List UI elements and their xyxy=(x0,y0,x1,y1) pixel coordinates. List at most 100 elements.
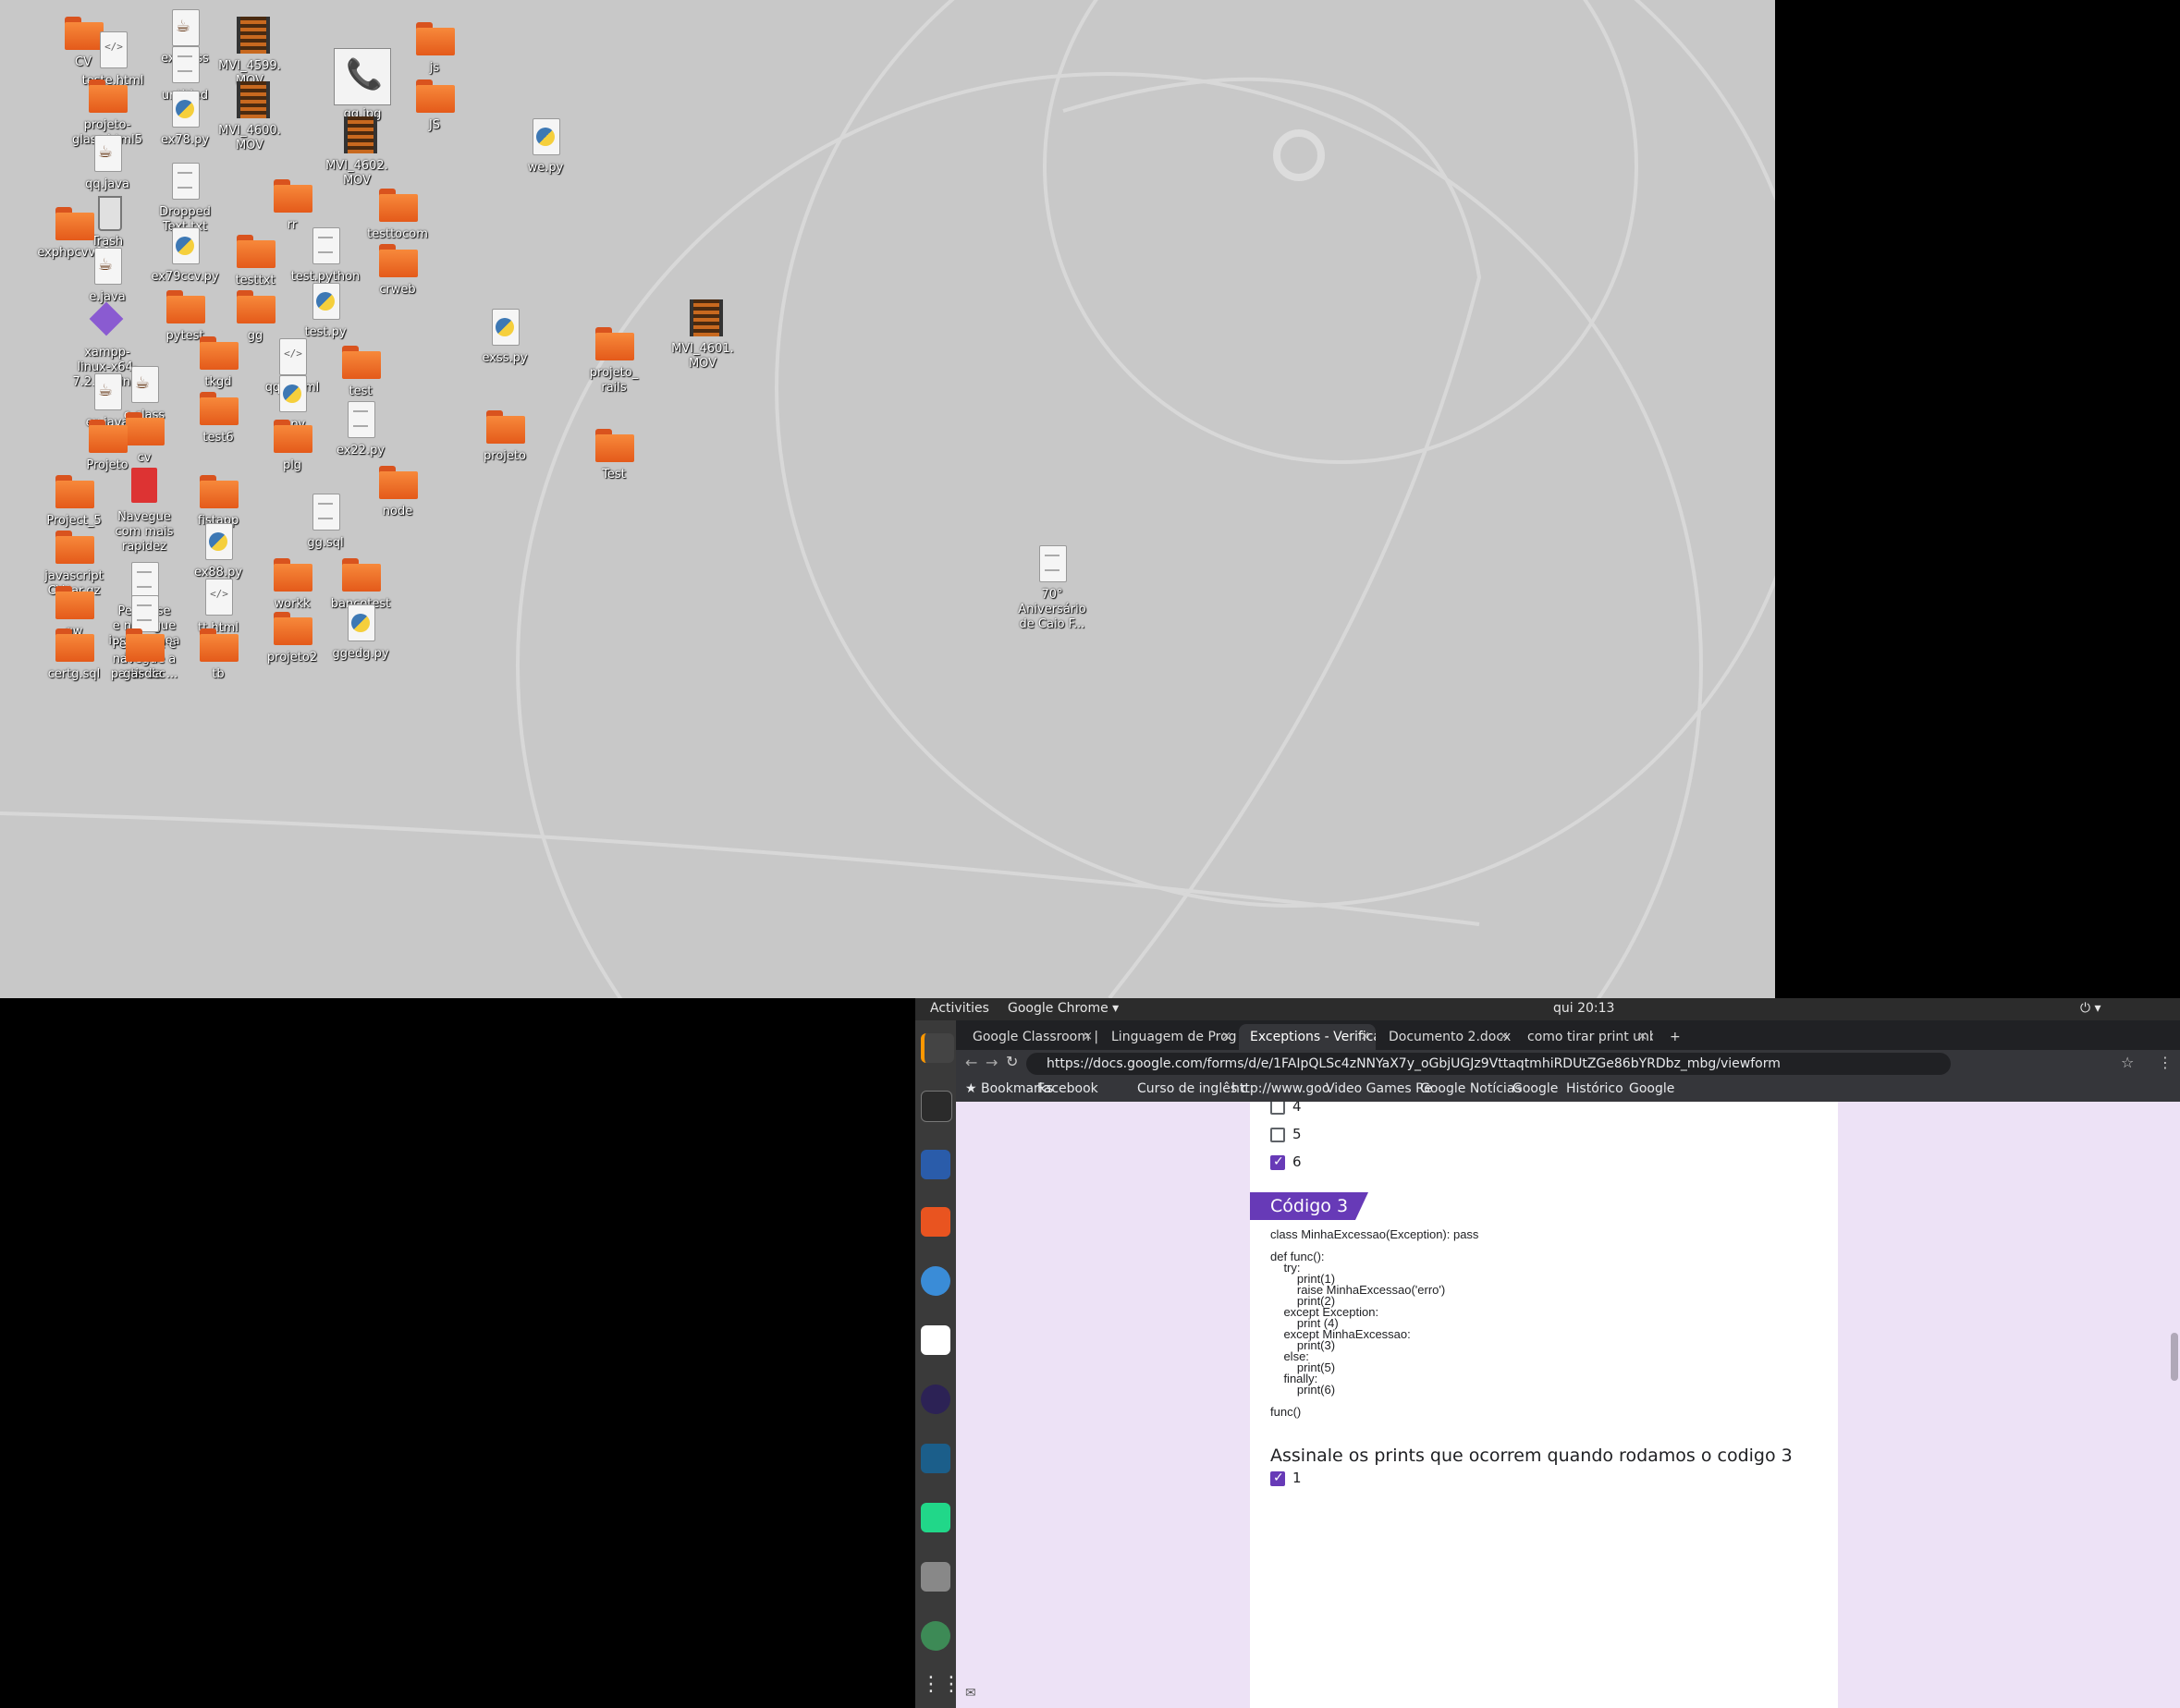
clock[interactable]: qui 20:13 xyxy=(1553,1001,1614,1016)
amazon-icon[interactable] xyxy=(921,1325,950,1355)
folder-icon xyxy=(196,621,240,665)
bookmark-item[interactable]: Histórico xyxy=(1566,1081,1623,1096)
bookmark-item[interactable]: http://www.goo xyxy=(1231,1081,1329,1096)
pycharm-icon[interactable] xyxy=(921,1503,950,1532)
desktop-icon-label: exss.py xyxy=(482,351,528,365)
desktop-icon[interactable]: gasdcc xyxy=(89,621,200,682)
desktop-icon-label: Test xyxy=(602,468,626,482)
option-checkbox[interactable] xyxy=(1270,1470,1285,1486)
folder-icon xyxy=(375,237,420,281)
mov-icon xyxy=(680,296,725,340)
back-icon[interactable]: ← xyxy=(965,1054,977,1071)
terminal-icon[interactable] xyxy=(921,1091,952,1122)
bookmark-item[interactable]: Google xyxy=(1629,1081,1674,1096)
desktop-icon[interactable]: gg.sql xyxy=(270,490,381,551)
sublime-icon[interactable] xyxy=(921,1033,954,1063)
doc-icon xyxy=(303,224,348,268)
py-icon xyxy=(523,115,568,159)
doc-icon xyxy=(163,159,207,203)
feedback-icon[interactable]: ✉ xyxy=(965,1686,976,1701)
mysql-workbench-icon[interactable] xyxy=(921,1444,950,1473)
folder-icon xyxy=(592,320,636,364)
java-icon xyxy=(85,131,129,176)
desktop-icon-label: projeto xyxy=(484,449,526,463)
desktop-icon-label: we.py xyxy=(527,161,564,175)
tab-strip: Google Classroom | Goo×Linguagem de Prog… xyxy=(956,1020,2180,1050)
help-icon[interactable] xyxy=(921,1266,950,1296)
tab-2[interactable]: Exceptions - Verificação× xyxy=(1239,1024,1376,1050)
lock-icon xyxy=(294,200,307,213)
app-menu[interactable]: Google Chrome ▾ xyxy=(1008,1001,1119,1016)
desktop-icon[interactable]: Test xyxy=(558,421,669,482)
py-icon xyxy=(338,601,383,645)
close-icon[interactable]: × xyxy=(1083,1024,1093,1050)
tab-4[interactable]: como tirar print unbun× xyxy=(1516,1024,1653,1050)
java-icon xyxy=(85,244,129,288)
tab-label: Linguagem de Programa xyxy=(1111,1030,1237,1044)
show-apps-icon[interactable]: ⋮⋮⋮ xyxy=(921,1673,982,1702)
html-icon xyxy=(91,28,135,72)
folder-icon xyxy=(196,468,240,512)
folder-icon xyxy=(52,200,96,244)
mov-icon xyxy=(227,78,272,122)
settings-icon[interactable] xyxy=(921,1562,950,1592)
bookmark-item[interactable]: Google Notícias xyxy=(1420,1081,1522,1096)
tab-label: Google Classroom | Goo xyxy=(973,1030,1098,1044)
desktop-icon[interactable]: MVI_4600. MOV xyxy=(194,78,305,153)
desktop-icon-label: ggedg.py xyxy=(332,647,389,661)
tab-0[interactable]: Google Classroom | Goo× xyxy=(961,1024,1098,1050)
folder-icon xyxy=(592,421,636,466)
tab-1[interactable]: Linguagem de Programa× xyxy=(1100,1024,1237,1050)
folder-icon xyxy=(412,72,457,116)
html-icon xyxy=(196,575,240,619)
desktop-icon[interactable]: exss.py xyxy=(449,305,560,366)
desktop-icon[interactable]: ggedg.py xyxy=(305,601,416,662)
close-icon[interactable]: × xyxy=(1360,1024,1370,1050)
desktop-icon[interactable]: we.py xyxy=(490,115,601,176)
xampp-icon xyxy=(85,299,129,344)
menu-icon[interactable]: ⋮ xyxy=(2158,1054,2173,1071)
py-icon xyxy=(483,305,527,349)
folder-icon xyxy=(196,329,240,373)
chrome-screen: Activities Google Chrome ▾ qui 20:13 ⏻ ▾… xyxy=(915,998,2180,1708)
option-checkbox[interactable] xyxy=(1270,1128,1285,1142)
close-icon[interactable]: × xyxy=(1221,1024,1231,1050)
bookmark-star-icon[interactable]: ☆ xyxy=(2121,1054,2134,1071)
bookmark-item[interactable]: Facebook xyxy=(1037,1081,1098,1096)
forward-icon[interactable]: → xyxy=(986,1054,998,1071)
software-center-icon[interactable] xyxy=(921,1207,950,1237)
desktop-icon-label: gg.sql xyxy=(307,536,344,550)
system-menu-icon[interactable]: ⏻ ▾ xyxy=(2080,1001,2101,1016)
desktop: CVteste.htmlex.classMVI_4599. MOVjsuntit… xyxy=(0,0,1775,998)
activities-button[interactable]: Activities xyxy=(930,1001,989,1016)
option-label: 6 xyxy=(1292,1153,1302,1170)
folder-icon xyxy=(483,403,527,447)
reload-icon[interactable]: ↻ xyxy=(1006,1053,1018,1070)
new-tab-button[interactable]: + xyxy=(1659,1024,1686,1050)
folder-icon xyxy=(196,384,240,429)
tab-3[interactable]: Documento 2.docx - Mic× xyxy=(1378,1024,1514,1050)
bookmark-item[interactable]: Google xyxy=(1513,1081,1558,1096)
bookmark-item[interactable]: Video Games Re xyxy=(1326,1081,1432,1096)
desktop-icon[interactable]: plg xyxy=(237,412,348,473)
atom-icon[interactable] xyxy=(921,1621,950,1651)
form-card: 4 5 6 Código 3 class MinhaExcessao(Excepti… xyxy=(1250,1102,1838,1708)
desktop-icon[interactable]: test.py xyxy=(270,279,381,340)
eclipse-icon[interactable] xyxy=(921,1385,950,1414)
desktop-icon[interactable]: 70° Aniversário de Caio F... xyxy=(997,542,1108,632)
desktop-icon[interactable]: projeto xyxy=(449,403,560,464)
scrollbar[interactable] xyxy=(2171,1333,2178,1381)
close-icon[interactable]: × xyxy=(1637,1024,1647,1050)
folder-icon xyxy=(338,551,383,595)
writer-icon[interactable] xyxy=(921,1150,950,1179)
close-icon[interactable]: × xyxy=(1499,1024,1509,1050)
option-label: 1 xyxy=(1292,1470,1302,1486)
address-bar[interactable]: https://docs.google.com/forms/d/e/1FAIpQ… xyxy=(1026,1053,1951,1075)
option-checkbox[interactable] xyxy=(1270,1102,1285,1115)
mov-icon xyxy=(335,113,379,157)
desktop-icon-label: projeto_ rails xyxy=(589,366,639,395)
tab-label: Documento 2.docx - Mic xyxy=(1389,1030,1514,1044)
option-checkbox[interactable] xyxy=(1270,1154,1285,1170)
doc-icon xyxy=(303,490,348,534)
desktop-icon[interactable]: projeto_ rails xyxy=(558,320,669,396)
